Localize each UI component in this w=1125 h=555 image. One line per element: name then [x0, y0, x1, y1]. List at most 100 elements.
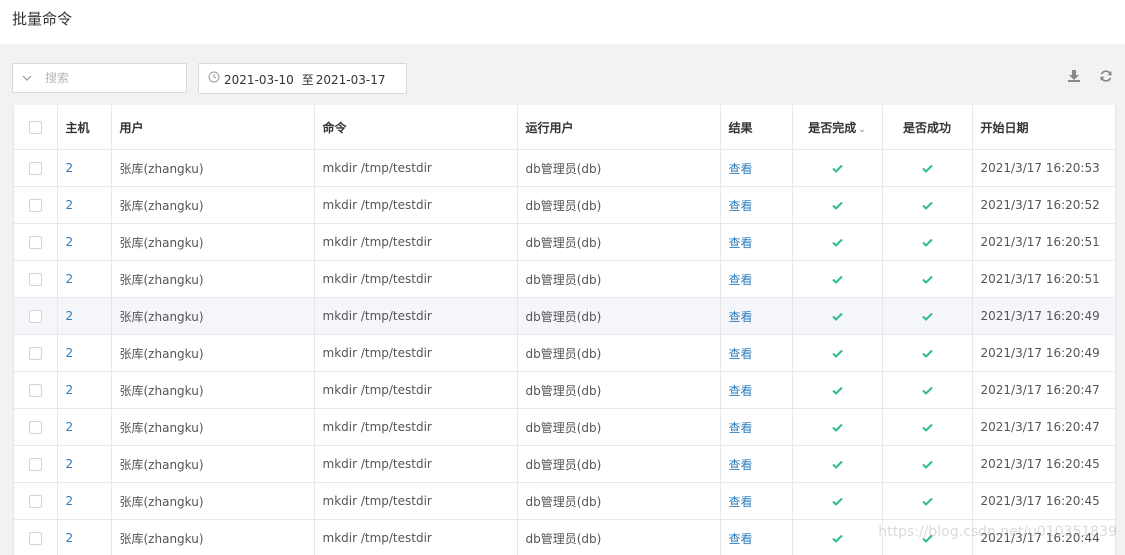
- row-select-cell[interactable]: [14, 520, 57, 555]
- user-cell: 张库(zhangku): [111, 224, 314, 261]
- view-result-link[interactable]: 查看: [729, 236, 753, 250]
- row-select-cell[interactable]: [14, 187, 57, 224]
- table-row[interactable]: 2张库(zhangku)mkdir /tmp/testdirdb管理员(db)查…: [14, 520, 1116, 555]
- view-result-link[interactable]: 查看: [729, 199, 753, 213]
- host-link[interactable]: 2: [66, 346, 74, 360]
- table-row[interactable]: 2张库(zhangku)mkdir /tmp/testdirdb管理员(db)查…: [14, 446, 1116, 483]
- result-cell: 查看: [720, 335, 792, 372]
- row-select-cell[interactable]: [14, 298, 57, 335]
- check-icon: [922, 386, 933, 395]
- start-date-cell: 2021/3/17 16:20:45: [972, 446, 1116, 483]
- row-checkbox[interactable]: [29, 162, 42, 175]
- host-cell: 2: [57, 187, 111, 224]
- table-row[interactable]: 2张库(zhangku)mkdir /tmp/testdirdb管理员(db)查…: [14, 335, 1116, 372]
- check-icon: [922, 349, 933, 358]
- row-select-cell[interactable]: [14, 409, 57, 446]
- host-link[interactable]: 2: [66, 272, 74, 286]
- view-result-link[interactable]: 查看: [729, 273, 753, 287]
- table-row[interactable]: 2张库(zhangku)mkdir /tmp/testdirdb管理员(db)查…: [14, 409, 1116, 446]
- row-select-cell[interactable]: [14, 261, 57, 298]
- row-select-cell[interactable]: [14, 483, 57, 520]
- row-checkbox[interactable]: [29, 421, 42, 434]
- row-checkbox[interactable]: [29, 495, 42, 508]
- view-result-link[interactable]: 查看: [729, 384, 753, 398]
- view-result-link[interactable]: 查看: [729, 532, 753, 546]
- host-link[interactable]: 2: [66, 457, 74, 471]
- search-box[interactable]: [12, 63, 187, 93]
- success-cell: [882, 261, 972, 298]
- date-range-picker[interactable]: 2021-03-10至2021-03-17: [198, 63, 407, 94]
- row-select-cell[interactable]: [14, 446, 57, 483]
- run-user-cell: db管理员(db): [517, 187, 720, 224]
- command-cell: mkdir /tmp/testdir: [314, 187, 517, 224]
- host-link[interactable]: 2: [66, 383, 74, 397]
- select-all-cell[interactable]: [14, 105, 57, 150]
- table-row[interactable]: 2张库(zhangku)mkdir /tmp/testdirdb管理员(db)查…: [14, 224, 1116, 261]
- host-link[interactable]: 2: [66, 309, 74, 323]
- col-start-date[interactable]: 开始日期: [972, 105, 1116, 150]
- row-select-cell[interactable]: [14, 150, 57, 187]
- view-result-link[interactable]: 查看: [729, 495, 753, 509]
- host-link[interactable]: 2: [66, 235, 74, 249]
- result-cell: 查看: [720, 409, 792, 446]
- row-select-cell[interactable]: [14, 372, 57, 409]
- command-cell: mkdir /tmp/testdir: [314, 409, 517, 446]
- host-cell: 2: [57, 372, 111, 409]
- success-cell: [882, 372, 972, 409]
- table-row[interactable]: 2张库(zhangku)mkdir /tmp/testdirdb管理员(db)查…: [14, 372, 1116, 409]
- host-link[interactable]: 2: [66, 531, 74, 545]
- command-cell: mkdir /tmp/testdir: [314, 224, 517, 261]
- row-select-cell[interactable]: [14, 224, 57, 261]
- row-checkbox[interactable]: [29, 310, 42, 323]
- completed-cell: [792, 409, 882, 446]
- result-cell: 查看: [720, 520, 792, 555]
- refresh-icon[interactable]: [1099, 69, 1113, 83]
- check-icon: [922, 497, 933, 506]
- col-completed[interactable]: 是否完成⌄: [792, 105, 882, 150]
- row-select-cell[interactable]: [14, 335, 57, 372]
- view-result-link[interactable]: 查看: [729, 421, 753, 435]
- sort-caret-icon[interactable]: ⌄: [858, 125, 866, 135]
- chevron-down-icon[interactable]: [22, 73, 32, 83]
- row-checkbox[interactable]: [29, 384, 42, 397]
- col-result[interactable]: 结果: [720, 105, 792, 150]
- row-checkbox[interactable]: [29, 532, 42, 545]
- view-result-link[interactable]: 查看: [729, 458, 753, 472]
- check-icon: [922, 238, 933, 247]
- col-command[interactable]: 命令: [314, 105, 517, 150]
- select-all-checkbox[interactable]: [29, 121, 42, 134]
- table-row[interactable]: 2张库(zhangku)mkdir /tmp/testdirdb管理员(db)查…: [14, 187, 1116, 224]
- row-checkbox[interactable]: [29, 458, 42, 471]
- row-checkbox[interactable]: [29, 199, 42, 212]
- host-link[interactable]: 2: [66, 494, 74, 508]
- user-cell: 张库(zhangku): [111, 446, 314, 483]
- completed-cell: [792, 372, 882, 409]
- view-result-link[interactable]: 查看: [729, 347, 753, 361]
- host-link[interactable]: 2: [66, 161, 74, 175]
- table-row[interactable]: 2张库(zhangku)mkdir /tmp/testdirdb管理员(db)查…: [14, 150, 1116, 187]
- result-cell: 查看: [720, 187, 792, 224]
- download-icon[interactable]: [1067, 69, 1081, 83]
- table-row[interactable]: 2张库(zhangku)mkdir /tmp/testdirdb管理员(db)查…: [14, 298, 1116, 335]
- check-icon: [832, 238, 843, 247]
- col-user[interactable]: 用户: [111, 105, 314, 150]
- result-cell: 查看: [720, 224, 792, 261]
- run-user-cell: db管理员(db): [517, 150, 720, 187]
- view-result-link[interactable]: 查看: [729, 162, 753, 176]
- col-success[interactable]: 是否成功: [882, 105, 972, 150]
- table-row[interactable]: 2张库(zhangku)mkdir /tmp/testdirdb管理员(db)查…: [14, 261, 1116, 298]
- start-date-cell: 2021/3/17 16:20:49: [972, 335, 1116, 372]
- view-result-link[interactable]: 查看: [729, 310, 753, 324]
- table-row[interactable]: 2张库(zhangku)mkdir /tmp/testdirdb管理员(db)查…: [14, 483, 1116, 520]
- host-link[interactable]: 2: [66, 198, 74, 212]
- host-link[interactable]: 2: [66, 420, 74, 434]
- start-date-cell: 2021/3/17 16:20:47: [972, 372, 1116, 409]
- completed-cell: [792, 150, 882, 187]
- row-checkbox[interactable]: [29, 273, 42, 286]
- search-input[interactable]: [45, 69, 180, 87]
- row-checkbox[interactable]: [29, 236, 42, 249]
- col-host[interactable]: 主机: [57, 105, 111, 150]
- col-run-user[interactable]: 运行用户: [517, 105, 720, 150]
- user-cell: 张库(zhangku): [111, 483, 314, 520]
- row-checkbox[interactable]: [29, 347, 42, 360]
